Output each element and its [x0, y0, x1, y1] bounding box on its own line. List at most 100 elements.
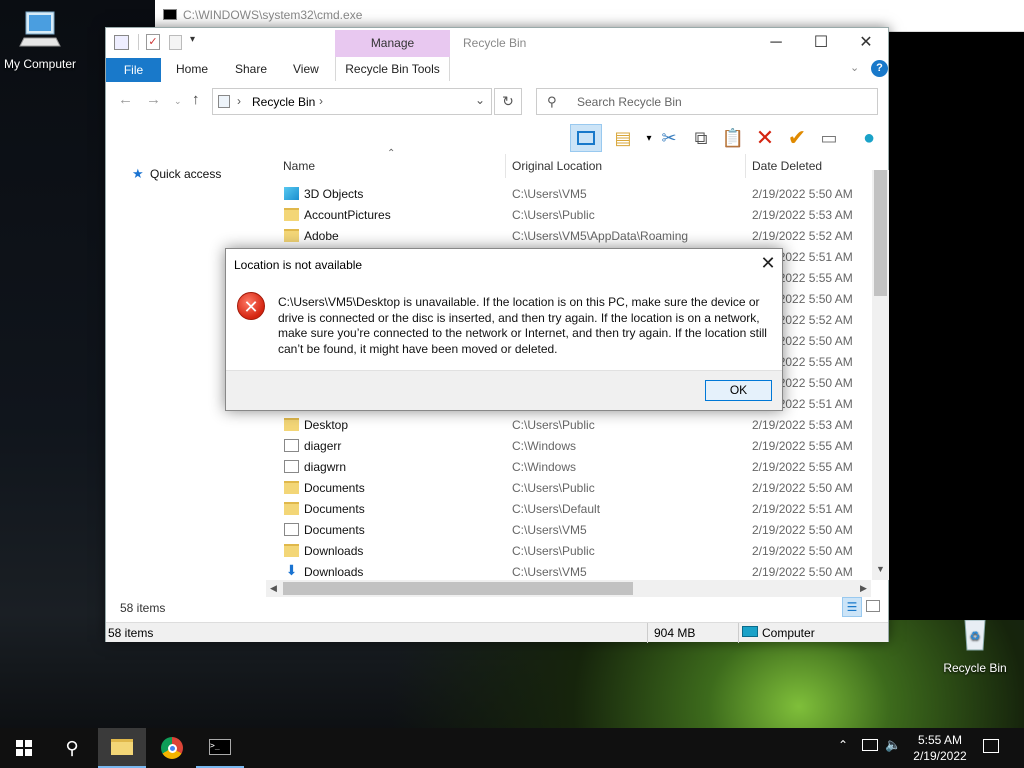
address-dropdown-icon[interactable]: ⌄ — [475, 93, 485, 107]
taskbar-clock[interactable]: 5:55 AM 2/19/2022 — [900, 732, 980, 764]
table-row[interactable]: Downloads C:\Users\Public 2/19/2022 5:50… — [282, 541, 876, 562]
notification-center-icon[interactable] — [983, 739, 999, 753]
taskbar-file-explorer[interactable] — [98, 728, 146, 768]
quick-access-star-icon: ★ — [132, 166, 144, 181]
row-date: 2/19/2022 5:50 AM — [752, 187, 853, 201]
new-folder-icon[interactable] — [169, 35, 182, 50]
scroll-down-arrow-icon[interactable]: ▼ — [876, 564, 885, 574]
svg-text:♻: ♻ — [970, 629, 981, 643]
taskbar-search-button[interactable]: ⚲ — [48, 728, 96, 768]
recent-dropdown-icon[interactable]: ⌄ — [174, 96, 182, 107]
navigation-pane-icon[interactable] — [570, 124, 602, 152]
divider — [647, 623, 648, 643]
error-dialog[interactable]: Location is not available ✕ ✕ C:\Users\V… — [225, 248, 783, 411]
dialog-close-button[interactable]: ✕ — [756, 253, 780, 274]
dialog-footer — [226, 370, 782, 410]
clock-date: 2/19/2022 — [913, 749, 967, 763]
table-row[interactable]: 3D Objects C:\Users\VM5 2/19/2022 5:50 A… — [282, 184, 876, 205]
details-view-icon[interactable]: ☰ — [842, 597, 862, 617]
row-date: 2/19/2022 5:50 AM — [752, 565, 853, 579]
paste-icon[interactable]: 📋 — [720, 125, 746, 151]
column-separator[interactable] — [505, 154, 506, 178]
ok-button[interactable]: OK — [705, 380, 772, 401]
search-icon: ⚲ — [65, 737, 79, 758]
row-name: Documents — [304, 502, 365, 516]
tab-share[interactable]: Share — [235, 62, 267, 76]
ribbon-expand-icon[interactable]: ⌄ — [850, 61, 859, 74]
maximize-button[interactable]: ☐ — [801, 32, 841, 54]
window-title: Recycle Bin — [463, 36, 527, 50]
error-icon: ✕ — [237, 292, 265, 320]
row-location: C:\Users\Public — [512, 481, 595, 495]
properties-icon[interactable] — [114, 35, 129, 50]
restore-checkmark-icon[interactable]: ✔ — [784, 125, 810, 151]
tab-view[interactable]: View — [293, 62, 319, 76]
cmd-console-area[interactable] — [888, 32, 1024, 620]
show-hidden-icons-button[interactable]: ⌃ — [838, 738, 848, 752]
search-placeholder: Search Recycle Bin — [577, 95, 682, 109]
search-box[interactable]: ⚲ Search Recycle Bin — [536, 88, 878, 115]
globe-icon[interactable]: ● — [856, 125, 882, 151]
row-location: C:\Users\Public — [512, 418, 595, 432]
nav-quick-access[interactable]: Quick access — [150, 167, 221, 181]
breadcrumb-recycle-bin[interactable]: Recycle Bin — [252, 95, 315, 109]
row-name: diagwrn — [304, 460, 347, 474]
row-location: C:\Windows — [512, 460, 577, 474]
rename-icon[interactable]: ▭ — [816, 125, 842, 151]
table-row[interactable]: Documents C:\Users\Default 2/19/2022 5:5… — [282, 499, 876, 520]
folder-icon — [284, 481, 299, 494]
folder-icon — [284, 208, 299, 221]
large-icons-view-icon[interactable] — [866, 600, 880, 612]
folder-icon — [111, 739, 133, 755]
table-row[interactable]: Desktop C:\Users\Public 2/19/2022 5:53 A… — [282, 415, 876, 436]
row-name: Adobe — [304, 229, 339, 243]
network-icon[interactable] — [862, 739, 878, 751]
checkmark-icon[interactable]: ✓ — [146, 34, 160, 50]
volume-icon[interactable]: 🔈 — [885, 737, 901, 753]
cut-icon[interactable]: ✂ — [656, 125, 682, 151]
address-bar[interactable]: › Recycle Bin › ⌄ — [212, 88, 492, 115]
customize-dropdown-icon[interactable]: ▾ — [190, 34, 195, 45]
scroll-right-arrow-icon[interactable]: ▶ — [860, 583, 867, 594]
column-header-date-deleted[interactable]: Date Deleted — [752, 159, 822, 173]
table-row[interactable]: diagerr C:\Windows 2/19/2022 5:55 AM — [282, 436, 876, 457]
table-row[interactable]: AccountPictures C:\Users\Public 2/19/202… — [282, 205, 876, 226]
table-row[interactable]: Adobe C:\Users\VM5\AppData\Roaming 2/19/… — [282, 226, 876, 247]
minimize-button[interactable]: ─ — [756, 32, 796, 54]
desktop-icon-recycle-bin[interactable]: ♻ Recycle Bin — [935, 614, 1015, 675]
table-row[interactable]: Documents C:\Users\VM5 2/19/2022 5:50 AM — [282, 520, 876, 541]
tab-home[interactable]: Home — [176, 62, 208, 76]
vertical-scroll-thumb[interactable] — [874, 170, 887, 296]
tab-manage[interactable]: Manage — [335, 30, 450, 57]
desktop-icon-label: Recycle Bin — [943, 661, 1007, 675]
taskbar-chrome[interactable] — [148, 728, 196, 768]
taskbar-cmd[interactable]: >_ — [196, 728, 244, 768]
scroll-left-arrow-icon[interactable]: ◀ — [270, 583, 277, 594]
table-row[interactable]: Documents C:\Users\Public 2/19/2022 5:50… — [282, 478, 876, 499]
up-button[interactable]: ↑ — [192, 91, 200, 108]
chrome-icon — [161, 737, 183, 759]
column-header-name[interactable]: Name — [283, 159, 315, 173]
row-location: C:\Windows — [512, 439, 577, 453]
start-button[interactable] — [0, 728, 48, 768]
delete-icon[interactable]: ✕ — [752, 125, 778, 151]
help-icon[interactable]: ? — [871, 60, 888, 77]
row-location: C:\Users\Public — [512, 544, 595, 558]
sort-arrow-icon: ⌃ — [387, 148, 396, 159]
document-icon — [284, 460, 299, 473]
forward-button[interactable]: → — [146, 91, 161, 108]
details-pane-icon[interactable]: ▤ — [610, 125, 636, 151]
folder-icon — [284, 544, 299, 557]
tab-file[interactable]: File — [106, 58, 161, 82]
desktop-icon-my-computer[interactable]: My Computer — [0, 10, 80, 71]
back-button[interactable]: ← — [118, 91, 133, 108]
copy-icon[interactable]: ⧉ — [688, 125, 714, 151]
close-button[interactable]: ✕ — [846, 32, 886, 54]
horizontal-scroll-thumb[interactable] — [283, 582, 633, 595]
table-row[interactable]: diagwrn C:\Windows 2/19/2022 5:55 AM — [282, 457, 876, 478]
computer-icon — [19, 11, 61, 47]
column-separator[interactable] — [745, 154, 746, 178]
refresh-button[interactable]: ↻ — [494, 88, 522, 115]
tab-recycle-bin-tools[interactable]: Recycle Bin Tools — [335, 57, 450, 81]
column-header-original-location[interactable]: Original Location — [512, 159, 602, 173]
